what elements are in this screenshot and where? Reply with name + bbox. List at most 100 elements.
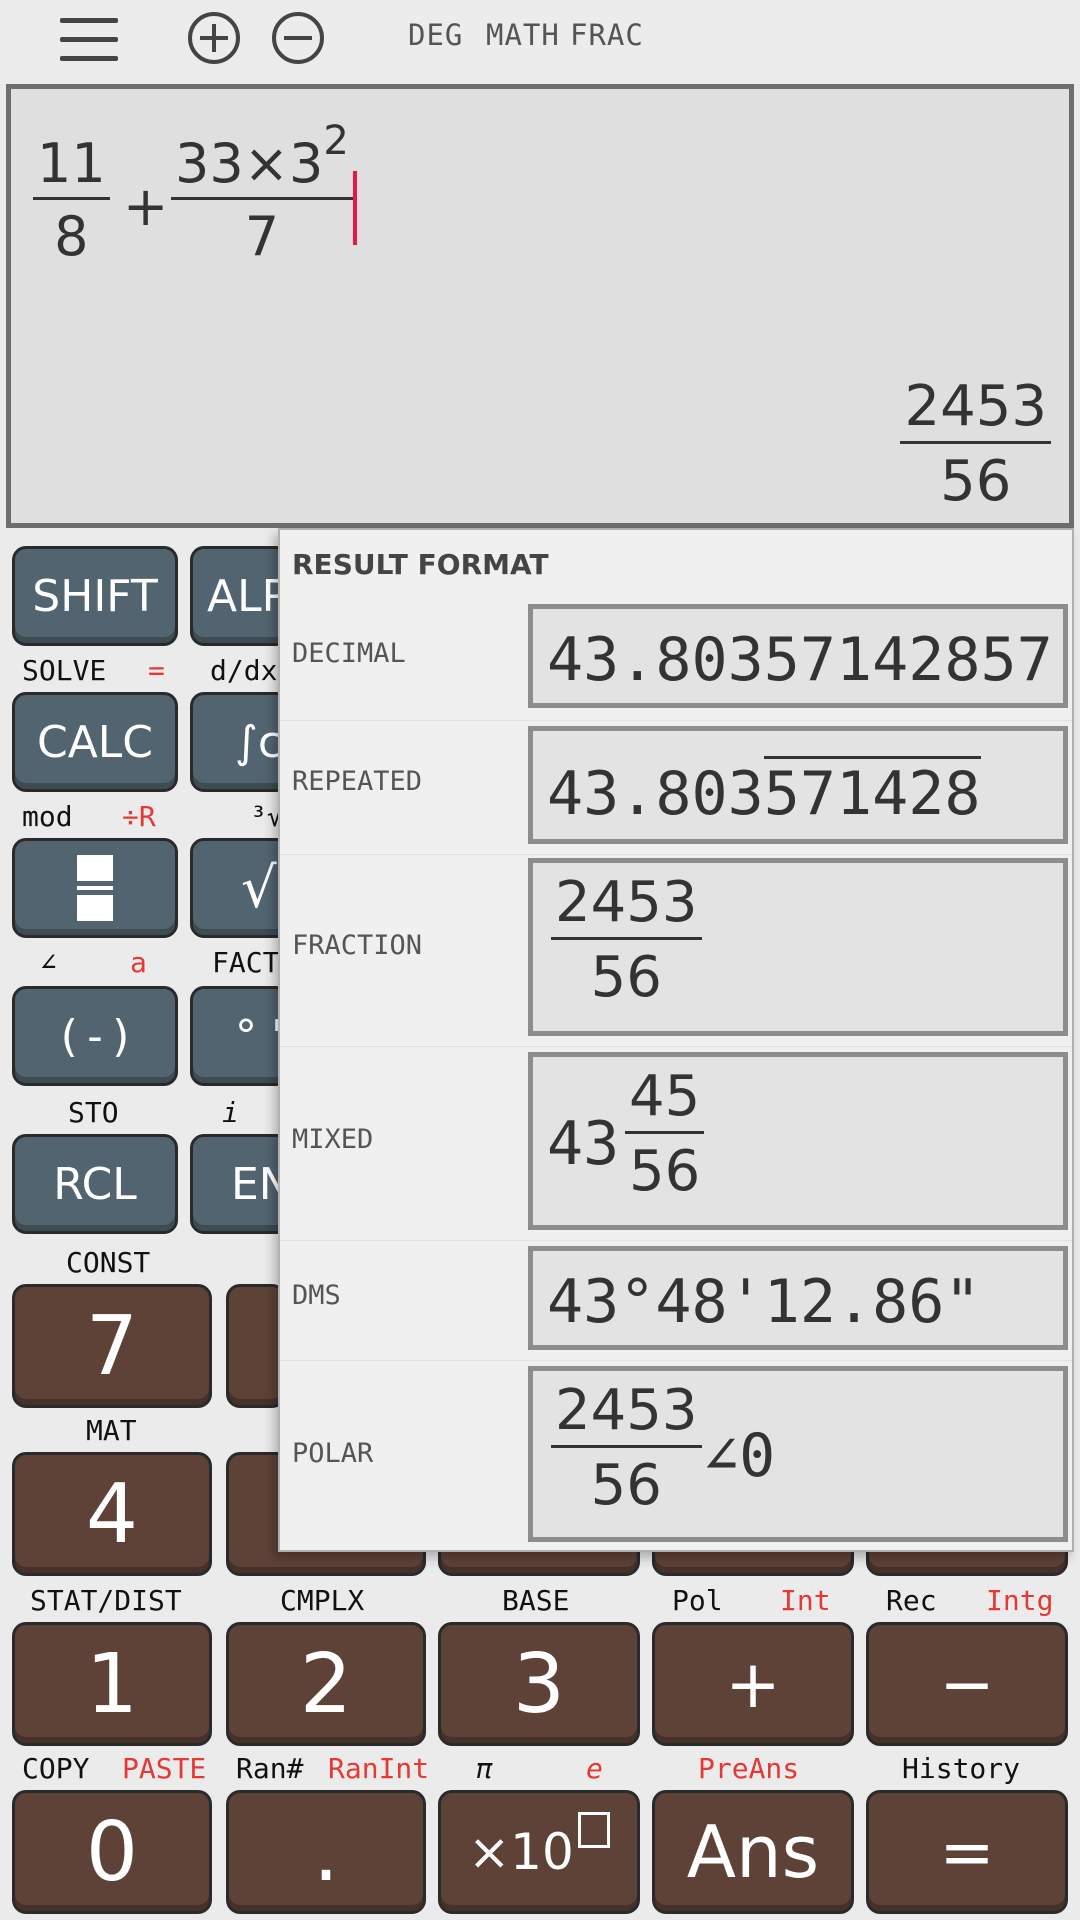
dms-option[interactable]: 43°48'12.86" bbox=[528, 1246, 1068, 1350]
digit-1-label: 1 bbox=[85, 1636, 139, 1732]
expression-exponent: 2 bbox=[323, 118, 349, 164]
mixed-denominator: 56 bbox=[629, 1139, 701, 1204]
polar-label: POLAR bbox=[292, 1438, 374, 1469]
repeated-value: 43.803571428 bbox=[547, 756, 981, 829]
digit-0-key[interactable]: 0 bbox=[12, 1790, 212, 1914]
expression-operator: + bbox=[123, 175, 169, 238]
divR-label: ÷R bbox=[122, 800, 156, 833]
decimal-value: 43.80357142857 bbox=[547, 625, 1053, 695]
digit-1-key[interactable]: 1 bbox=[12, 1622, 212, 1746]
paste-label: PASTE bbox=[122, 1752, 207, 1785]
expression-fraction-2: 33×32 7 bbox=[171, 119, 353, 264]
rec-label: Rec bbox=[886, 1584, 937, 1617]
mixed-label: MIXED bbox=[292, 1124, 374, 1155]
calculator-display[interactable]: 11 8 + 33×32 7 2453 56 bbox=[6, 84, 1074, 528]
equals-shift-label: = bbox=[148, 654, 165, 687]
result-fraction: 2453 56 bbox=[900, 379, 1051, 510]
plus-key[interactable]: + bbox=[652, 1622, 854, 1746]
calc-key[interactable]: CALC bbox=[12, 692, 178, 792]
rcl-key[interactable]: RCL bbox=[12, 1134, 178, 1234]
sto-label: STO bbox=[68, 1096, 119, 1129]
mode-deg-indicator: DEG bbox=[408, 18, 464, 52]
polar-option[interactable]: 2453 56 ∠0 bbox=[528, 1366, 1068, 1542]
sqrt-key[interactable]: √ bbox=[190, 838, 290, 938]
preans-label: PreAns bbox=[698, 1752, 800, 1785]
repeated-label: REPEATED bbox=[292, 766, 423, 797]
digit-3-key[interactable]: 3 bbox=[438, 1622, 640, 1746]
mixed-fraction: 45 56 bbox=[625, 1069, 705, 1204]
mixed-whole: 43 bbox=[547, 1109, 620, 1179]
copy-label: COPY bbox=[22, 1752, 90, 1785]
degree-key[interactable]: ° ' bbox=[190, 986, 290, 1086]
decimal-option[interactable]: 43.80357142857 bbox=[528, 604, 1068, 708]
mod-label: mod bbox=[22, 800, 73, 833]
decimal-label: DECIMAL bbox=[292, 638, 406, 669]
plus-key-label: + bbox=[725, 1645, 781, 1723]
fraction-value: 2453 56 bbox=[551, 875, 702, 1006]
decimal-point-label: . bbox=[312, 1804, 340, 1900]
dms-value: 43°48'12.86" bbox=[547, 1267, 981, 1337]
fraction-key[interactable] bbox=[12, 838, 178, 938]
result-denominator: 56 bbox=[940, 449, 1012, 514]
text-cursor bbox=[353, 171, 357, 245]
int-label: Int bbox=[780, 1584, 831, 1617]
zoom-in-button[interactable] bbox=[188, 12, 240, 64]
decimal-point-key[interactable]: . bbox=[226, 1790, 426, 1914]
repeated-option[interactable]: 43.803571428 bbox=[528, 726, 1068, 844]
times-ten-power-key[interactable]: ×10 bbox=[438, 1790, 640, 1914]
ddx-label: d/dx bbox=[210, 654, 278, 687]
rcl-key-label: RCL bbox=[53, 1158, 137, 1210]
e-label: e bbox=[586, 1752, 603, 1785]
top-bar: DEG MATH FRAC bbox=[0, 0, 1080, 82]
negative-key[interactable]: (-) bbox=[12, 986, 178, 1086]
const-label: CONST bbox=[66, 1246, 151, 1279]
fraction-denominator: 56 bbox=[590, 945, 662, 1010]
imaginary-label: i bbox=[222, 1096, 239, 1129]
digit-4-label: 4 bbox=[85, 1466, 139, 1562]
eng-key[interactable]: EN bbox=[190, 1134, 292, 1234]
mixed-option[interactable]: 43 45 56 bbox=[528, 1052, 1068, 1230]
polar-numerator: 2453 bbox=[555, 1378, 698, 1443]
result-format-popup: RESULT FORMAT DECIMAL 43.80357142857 REP… bbox=[278, 528, 1074, 1552]
zoom-out-button[interactable] bbox=[272, 12, 324, 64]
minus-key[interactable]: − bbox=[866, 1622, 1068, 1746]
polar-fraction: 2453 56 bbox=[551, 1383, 702, 1514]
fraction-icon bbox=[77, 855, 113, 921]
degree-key-label: ° ' bbox=[235, 1010, 284, 1062]
alpha-key[interactable]: ALP bbox=[190, 546, 290, 646]
fraction-label: FRACTION bbox=[292, 930, 423, 961]
dms-label: DMS bbox=[292, 1280, 341, 1311]
base-label: BASE bbox=[502, 1584, 570, 1617]
expression-numerator: 11 bbox=[37, 132, 106, 195]
expression-numerator-base: 33×3 bbox=[175, 132, 324, 195]
result-numerator: 2453 bbox=[904, 374, 1047, 439]
digit-4-key[interactable]: 4 bbox=[12, 1452, 212, 1576]
alpha-key-label: ALP bbox=[207, 570, 289, 622]
ans-key-label: Ans bbox=[686, 1810, 820, 1894]
solve-label: SOLVE bbox=[22, 654, 107, 687]
fraction-option[interactable]: 2453 56 bbox=[528, 858, 1068, 1036]
mode-frac-indicator: FRAC bbox=[570, 18, 644, 52]
a-label: a bbox=[130, 946, 147, 979]
integral-key[interactable]: ∫c bbox=[190, 692, 290, 792]
placeholder-box-icon bbox=[577, 1812, 610, 1848]
digit-7-key[interactable]: 7 bbox=[12, 1284, 212, 1408]
digit-2-key[interactable]: 2 bbox=[226, 1622, 426, 1746]
polar-denominator: 56 bbox=[590, 1453, 662, 1518]
minus-key-label: − bbox=[939, 1645, 995, 1723]
equals-key[interactable]: = bbox=[866, 1790, 1068, 1914]
digit-3-label: 3 bbox=[512, 1636, 566, 1732]
cmplx-label: CMPLX bbox=[280, 1584, 365, 1617]
digit-8-key[interactable] bbox=[226, 1284, 286, 1408]
intg-label: Intg bbox=[986, 1584, 1054, 1617]
hamburger-menu-icon[interactable] bbox=[60, 18, 120, 62]
fraction-numerator: 2453 bbox=[555, 870, 698, 935]
digit-7-label: 7 bbox=[85, 1298, 139, 1394]
ans-key[interactable]: Ans bbox=[652, 1790, 854, 1914]
integral-key-label: ∫c bbox=[235, 716, 283, 768]
expression-fraction-1: 11 8 bbox=[33, 137, 110, 264]
shift-key[interactable]: SHIFT bbox=[12, 546, 178, 646]
angle-label: ∠ bbox=[40, 946, 57, 979]
equals-key-label: = bbox=[939, 1813, 995, 1891]
popup-title: RESULT FORMAT bbox=[292, 548, 549, 581]
